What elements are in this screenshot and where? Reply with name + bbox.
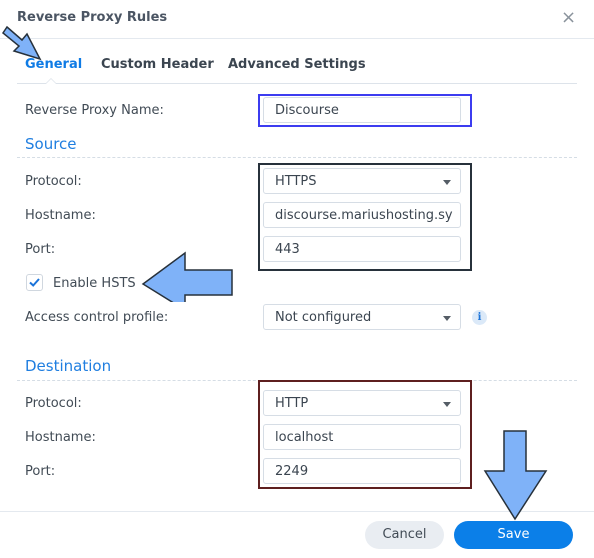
tab-general[interactable]: General <box>25 57 82 72</box>
footer-divider <box>0 511 594 512</box>
destination-port-label: Port: <box>25 464 56 479</box>
active-tab-indicator <box>45 78 57 84</box>
source-hostname-label: Hostname: <box>25 208 96 223</box>
info-icon[interactable]: i <box>472 310 487 325</box>
destination-hostname-label: Hostname: <box>25 430 96 445</box>
arrow-annotation-save <box>483 430 548 521</box>
enable-hsts-checkbox[interactable] <box>26 274 43 291</box>
tab-custom-header[interactable]: Custom Header <box>101 57 214 72</box>
tab-divider <box>17 83 577 84</box>
tab-advanced-settings[interactable]: Advanced Settings <box>228 57 366 72</box>
source-divider <box>17 157 577 158</box>
arrow-annotation-hsts <box>141 251 233 302</box>
source-heading: Source <box>25 135 77 153</box>
highlight-box-destination <box>258 380 472 489</box>
access-control-label: Access control profile: <box>25 310 169 325</box>
access-control-select[interactable]: Not configured <box>263 304 461 330</box>
reverse-proxy-name-label: Reverse Proxy Name: <box>25 103 164 118</box>
save-button[interactable]: Save <box>454 521 573 549</box>
checkmark-icon <box>29 278 40 287</box>
close-icon[interactable]: × <box>561 8 576 28</box>
header-divider <box>0 38 594 39</box>
source-port-label: Port: <box>25 242 56 257</box>
source-protocol-label: Protocol: <box>25 174 82 189</box>
enable-hsts-label: Enable HSTS <box>53 276 136 291</box>
chevron-down-icon <box>443 316 451 321</box>
destination-protocol-label: Protocol: <box>25 396 82 411</box>
highlight-box-name <box>258 94 472 127</box>
access-control-value: Not configured <box>275 310 372 325</box>
dialog-title: Reverse Proxy Rules <box>17 10 168 25</box>
destination-heading: Destination <box>25 357 112 375</box>
highlight-box-source <box>258 163 472 271</box>
cancel-button[interactable]: Cancel <box>365 521 444 549</box>
